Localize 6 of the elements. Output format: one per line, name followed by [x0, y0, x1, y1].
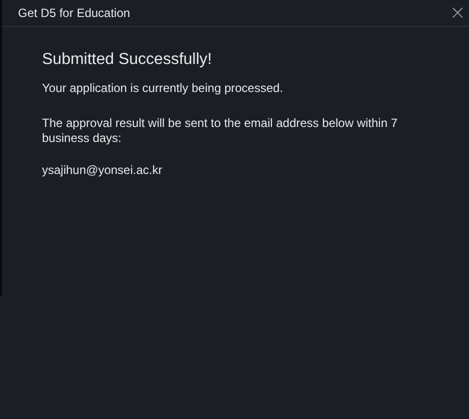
- email-text: ysajihun@yonsei.ac.kr: [42, 163, 164, 178]
- window-title: Get D5 for Education: [18, 6, 130, 20]
- status-text: Your application is currently being processed.: [42, 81, 284, 96]
- info-text: The approval result will be sent to the email address below within 7 business days:: [42, 116, 399, 146]
- success-heading: Submitted Successfully!: [42, 51, 213, 69]
- close-button[interactable]: ×: [445, 2, 469, 24]
